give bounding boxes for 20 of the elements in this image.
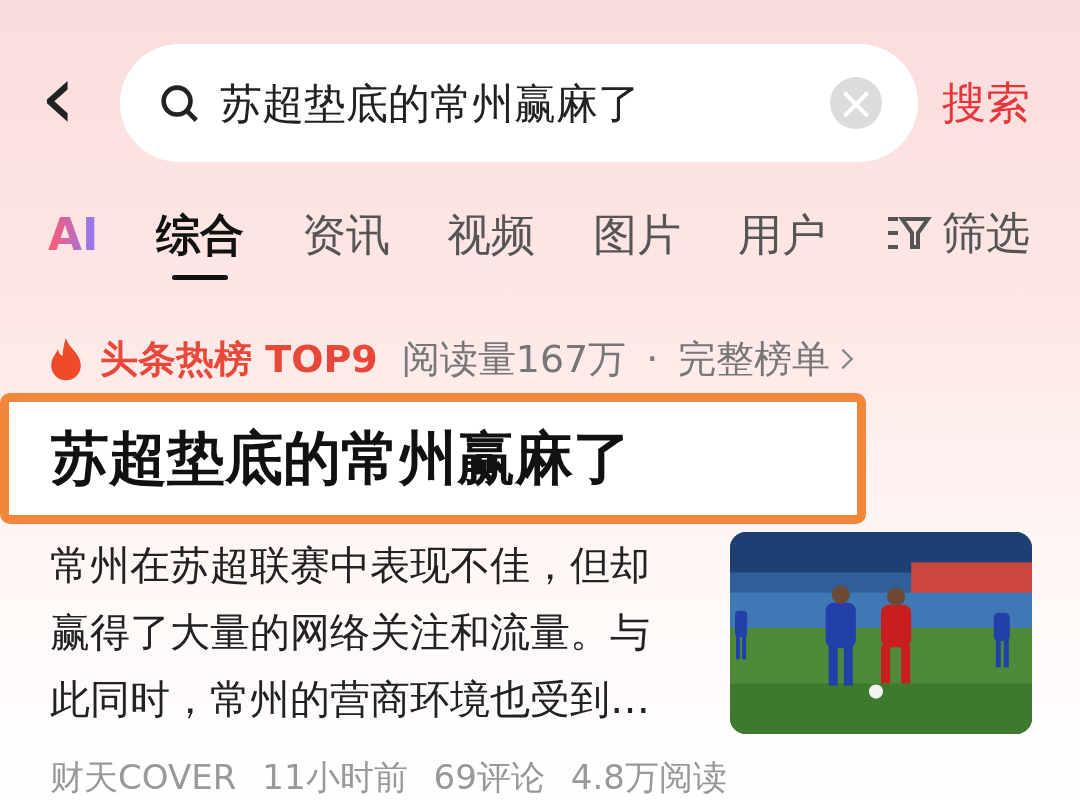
article-meta: 11小时前 — [262, 756, 408, 799]
article-title[interactable]: 苏超垫底的常州赢麻了 — [0, 393, 866, 524]
tab[interactable]: 综合 — [156, 186, 245, 280]
tab[interactable]: 视频 — [447, 186, 536, 280]
search-query: 苏超垫底的常州赢麻了 — [220, 77, 641, 130]
article-meta: 财天COVER — [50, 756, 237, 799]
hot-list-label: 头条热榜 TOP9 — [100, 335, 378, 383]
search-button[interactable]: 搜索 — [942, 70, 1030, 136]
article-summary: 常州在苏超联赛中表现不佳，但却赢得了大量的网络关注和流量。与此同时，常州的营商环境也受到… — [50, 541, 651, 724]
search-field[interactable]: 苏超垫底的常州赢麻了 × — [120, 44, 918, 162]
article-meta: 4.8万阅读 — [570, 756, 727, 799]
tab[interactable]: 图片 — [592, 186, 681, 280]
separator-dot: · — [645, 335, 660, 383]
filter-button[interactable]: 筛选 — [884, 200, 1030, 267]
back-button[interactable]: ‹ — [40, 52, 96, 142]
tab[interactable]: 资讯 — [301, 186, 390, 280]
tab[interactable]: 用户 — [738, 186, 827, 280]
read-count: 阅读量167万 — [401, 335, 627, 383]
article-meta: 69评论 — [433, 756, 545, 799]
full-list-link[interactable]: 完整榜单 — [678, 330, 855, 388]
